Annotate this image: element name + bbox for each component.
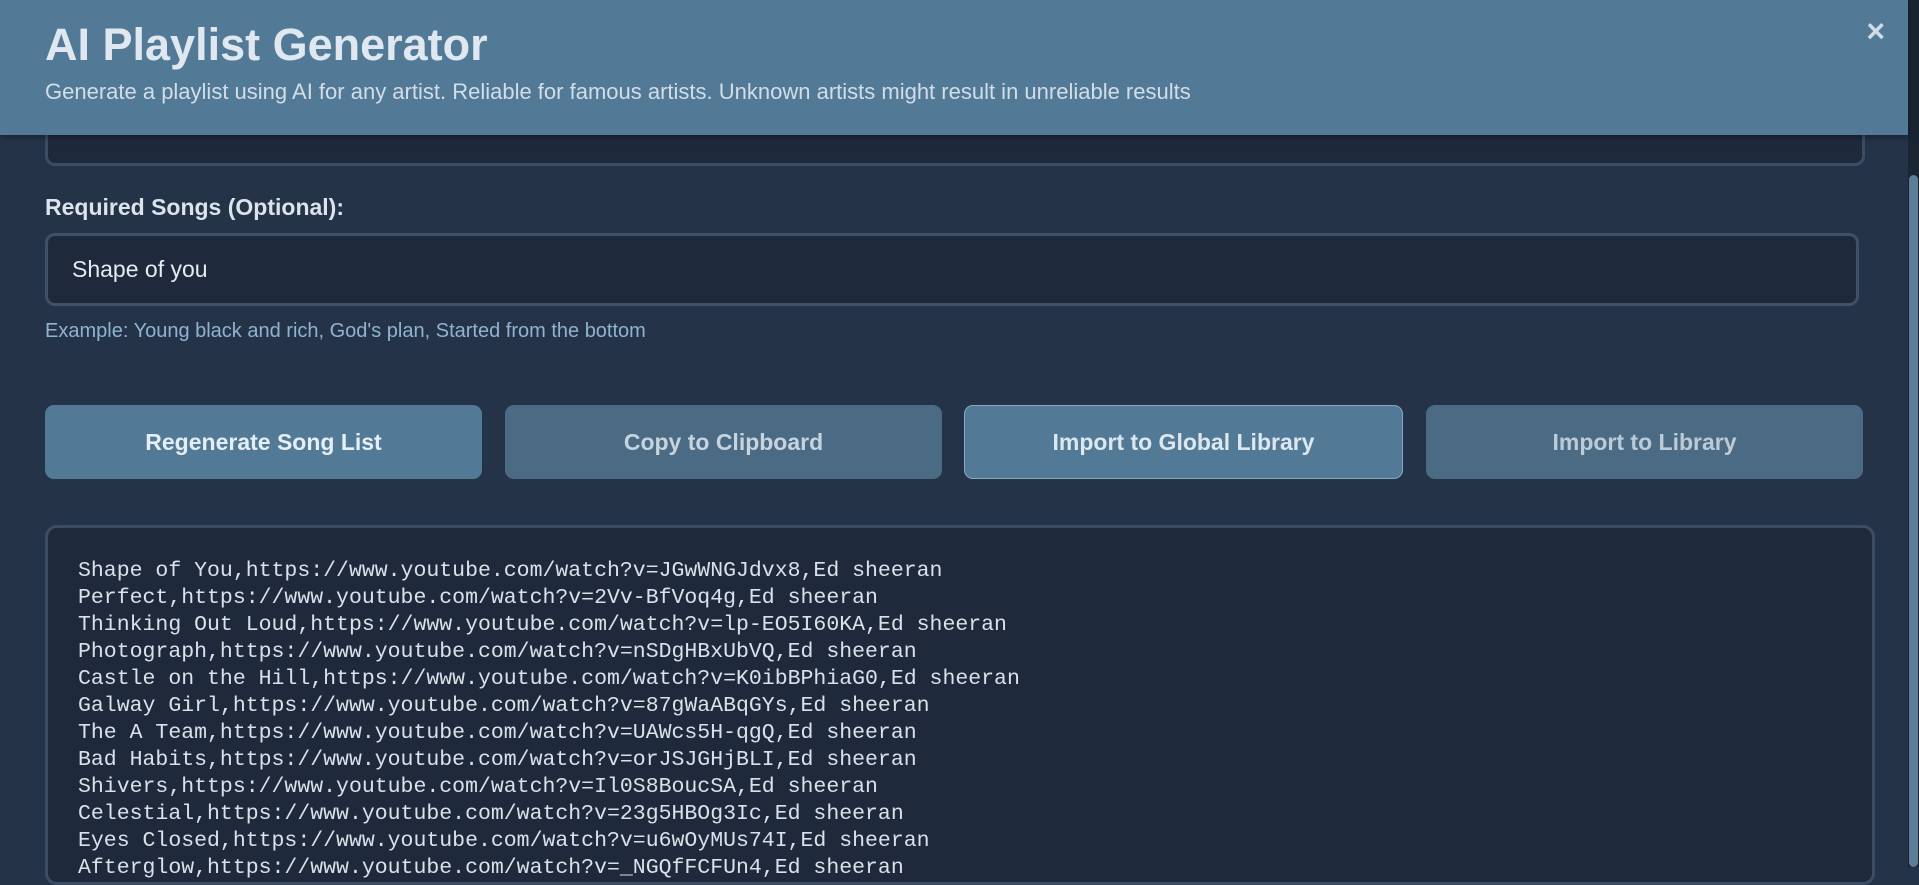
scrollbar[interactable] bbox=[1908, 0, 1919, 867]
playlist-line: Celestial,https://www.youtube.com/watch?… bbox=[78, 802, 904, 826]
copy-to-clipboard-button[interactable]: Copy to Clipboard bbox=[505, 405, 942, 479]
regenerate-song-list-button[interactable]: Regenerate Song List bbox=[45, 405, 482, 479]
required-songs-label: Required Songs (Optional): bbox=[45, 194, 344, 220]
playlist-line: Galway Girl,https://www.youtube.com/watc… bbox=[78, 694, 930, 718]
import-to-global-library-button[interactable]: Import to Global Library bbox=[964, 405, 1403, 479]
playlist-line: The A Team,https://www.youtube.com/watch… bbox=[78, 721, 917, 745]
scrollbar-thumb[interactable] bbox=[1909, 175, 1918, 867]
playlist-line: Thinking Out Loud,https://www.youtube.co… bbox=[78, 613, 1007, 637]
modal-header: AI Playlist Generator Generate a playlis… bbox=[0, 0, 1908, 135]
playlist-line: Perfect,https://www.youtube.com/watch?v=… bbox=[78, 586, 878, 610]
playlist-line: Shape of You,https://www.youtube.com/wat… bbox=[78, 559, 943, 583]
playlist-line: Photograph,https://www.youtube.com/watch… bbox=[78, 640, 917, 664]
page-title: AI Playlist Generator bbox=[45, 19, 488, 70]
import-to-library-button[interactable]: Import to Library bbox=[1426, 405, 1863, 479]
playlist-lines: Shape of You,https://www.youtube.com/wat… bbox=[78, 558, 1020, 882]
playlist-line: Shivers,https://www.youtube.com/watch?v=… bbox=[78, 775, 878, 799]
required-songs-help: Example: Young black and rich, God's pla… bbox=[45, 320, 646, 342]
playlist-line: Eyes Closed,https://www.youtube.com/watc… bbox=[78, 829, 930, 853]
playlist-line: Bad Habits,https://www.youtube.com/watch… bbox=[78, 748, 917, 772]
playlist-output[interactable]: Shape of You,https://www.youtube.com/wat… bbox=[45, 525, 1875, 885]
page-subtitle: Generate a playlist using AI for any art… bbox=[45, 79, 1191, 104]
playlist-line: Afterglow,https://www.youtube.com/watch?… bbox=[78, 856, 904, 880]
action-buttons: Regenerate Song List Copy to Clipboard I… bbox=[45, 405, 1863, 479]
playlist-line: Castle on the Hill,https://www.youtube.c… bbox=[78, 667, 1020, 691]
required-songs-input[interactable] bbox=[45, 233, 1859, 306]
close-icon[interactable]: × bbox=[1866, 13, 1885, 49]
